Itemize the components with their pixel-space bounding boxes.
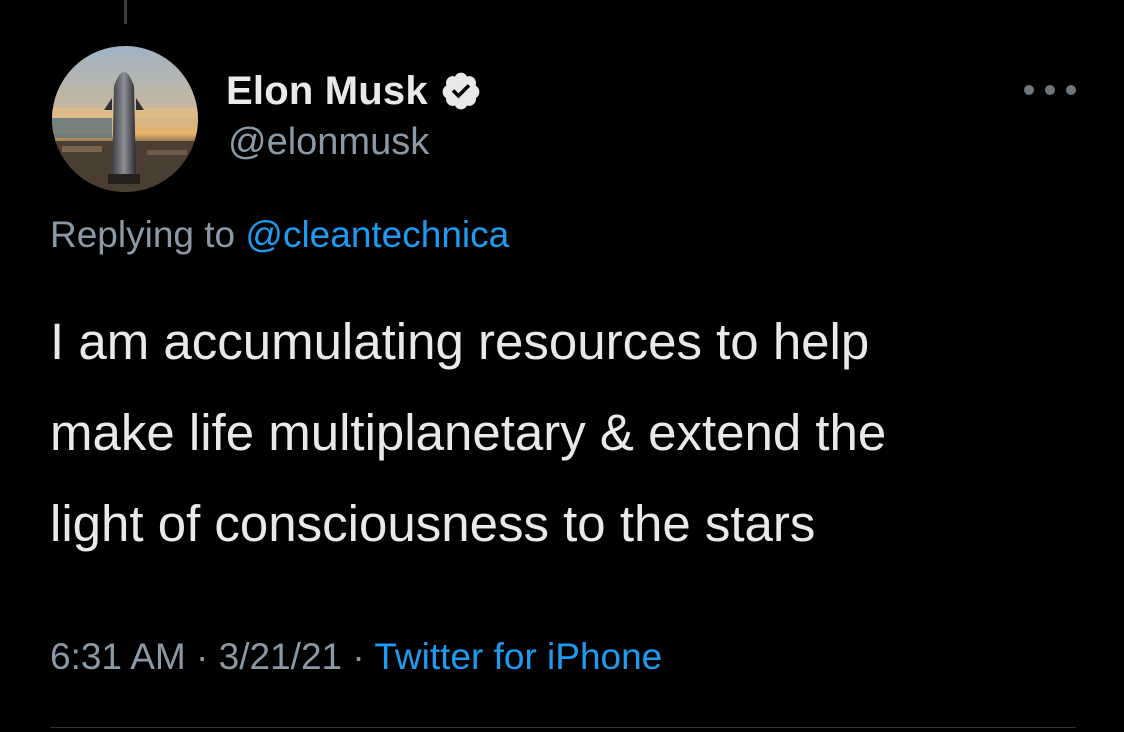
author-name-row: Elon Musk	[226, 66, 482, 116]
tweet-source-link[interactable]: Twitter for iPhone	[374, 636, 662, 677]
avatar[interactable]	[52, 46, 198, 192]
author-name[interactable]: Elon Musk	[226, 69, 428, 114]
tweet-text-line: make life multiplanetary & extend the	[50, 404, 887, 461]
starship-photo-avatar	[52, 46, 198, 192]
tweet-text-line: I am accumulating resources to help	[50, 313, 870, 370]
replying-to: Replying to @cleantechnica	[50, 214, 509, 256]
author-handle[interactable]: @elonmusk	[228, 121, 429, 164]
more-options-icon[interactable]	[1024, 78, 1076, 102]
meta-separator: ·	[352, 636, 365, 677]
replying-to-label: Replying to	[50, 214, 236, 255]
more-dot	[1024, 85, 1034, 95]
tweet-date[interactable]: 3/21/21	[219, 636, 342, 677]
verified-badge-icon	[440, 70, 482, 112]
tweet-text: I am accumulating resources to help make…	[50, 296, 1100, 569]
reply-mention-link[interactable]: @cleantechnica	[245, 214, 509, 255]
more-dot	[1066, 85, 1076, 95]
divider	[50, 727, 1076, 728]
thread-connector-line	[124, 0, 127, 24]
tweet-time[interactable]: 6:31 AM	[50, 636, 186, 677]
tweet-text-line: light of consciousness to the stars	[50, 495, 816, 552]
meta-separator: ·	[196, 636, 209, 677]
tweet-meta: 6:31 AM · 3/21/21 · Twitter for iPhone	[50, 636, 662, 678]
more-dot	[1045, 85, 1055, 95]
